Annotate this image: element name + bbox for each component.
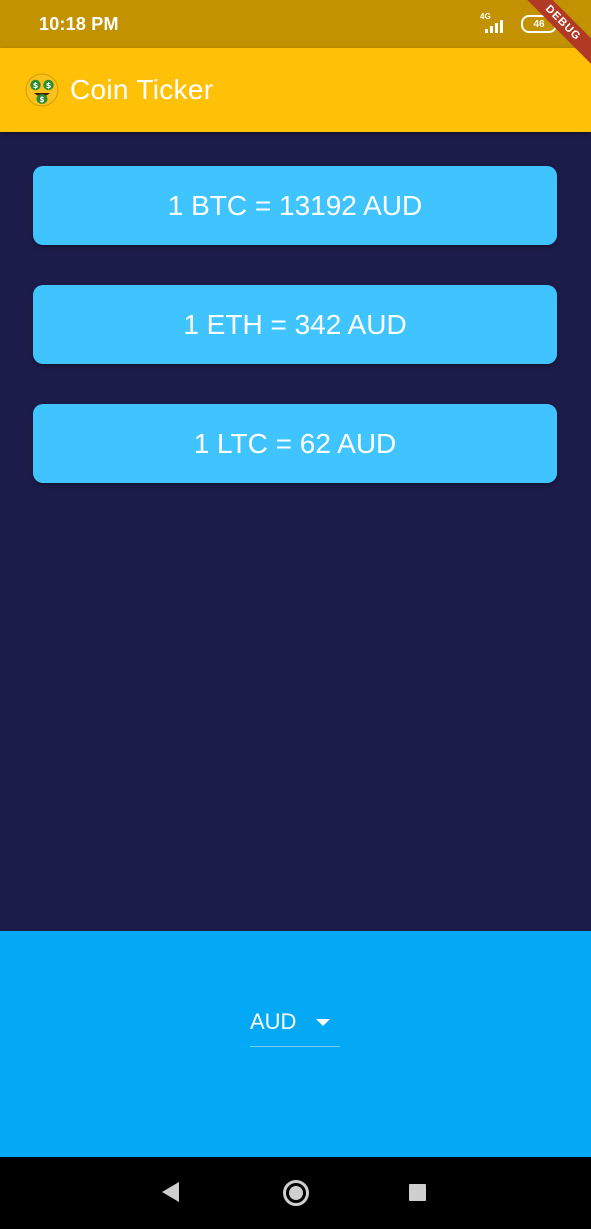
signal-bar xyxy=(485,29,488,33)
signal-bars xyxy=(485,20,503,33)
rate-list: 1 BTC = 13192 AUD 1 ETH = 342 AUD 1 LTC … xyxy=(33,166,557,523)
app-bar: $ $ $ Coin Ticker xyxy=(0,48,591,132)
signal-bar xyxy=(500,20,503,33)
home-circle-icon[interactable] xyxy=(283,1180,309,1206)
currency-dropdown[interactable]: AUD xyxy=(250,1007,340,1047)
rate-card-ltc: 1 LTC = 62 AUD xyxy=(33,404,557,483)
recents-square-icon[interactable] xyxy=(409,1184,426,1201)
svg-text:$: $ xyxy=(33,81,39,90)
selected-currency: AUD xyxy=(250,1009,297,1034)
svg-text:$: $ xyxy=(39,95,44,104)
signal-bar xyxy=(490,26,493,33)
battery-level: 46 xyxy=(533,18,545,30)
back-triangle-icon[interactable] xyxy=(162,1182,179,1202)
app-title: Coin Ticker xyxy=(70,74,214,105)
signal-bar xyxy=(495,23,498,33)
system-nav-bar xyxy=(0,1157,591,1229)
arrow-drop-down-icon xyxy=(316,1019,330,1026)
status-time: 10:18 PM xyxy=(39,14,119,34)
signal-icon: 4G xyxy=(479,12,513,35)
rate-text: 1 LTC = 62 AUD xyxy=(193,427,397,459)
app-screen: 10:18 PM 4G 46 DEBUG $ $ $ Coin Ticker 1… xyxy=(0,0,591,1229)
rate-card-eth: 1 ETH = 342 AUD xyxy=(33,285,557,364)
status-bar: 10:18 PM 4G 46 DEBUG xyxy=(0,0,591,72)
svg-text:$: $ xyxy=(46,81,52,90)
money-mouth-face-icon: $ $ $ xyxy=(25,73,59,107)
rate-text: 1 ETH = 342 AUD xyxy=(183,308,407,340)
rate-card-btc: 1 BTC = 13192 AUD xyxy=(33,166,557,245)
rate-text: 1 BTC = 13192 AUD xyxy=(167,189,423,221)
